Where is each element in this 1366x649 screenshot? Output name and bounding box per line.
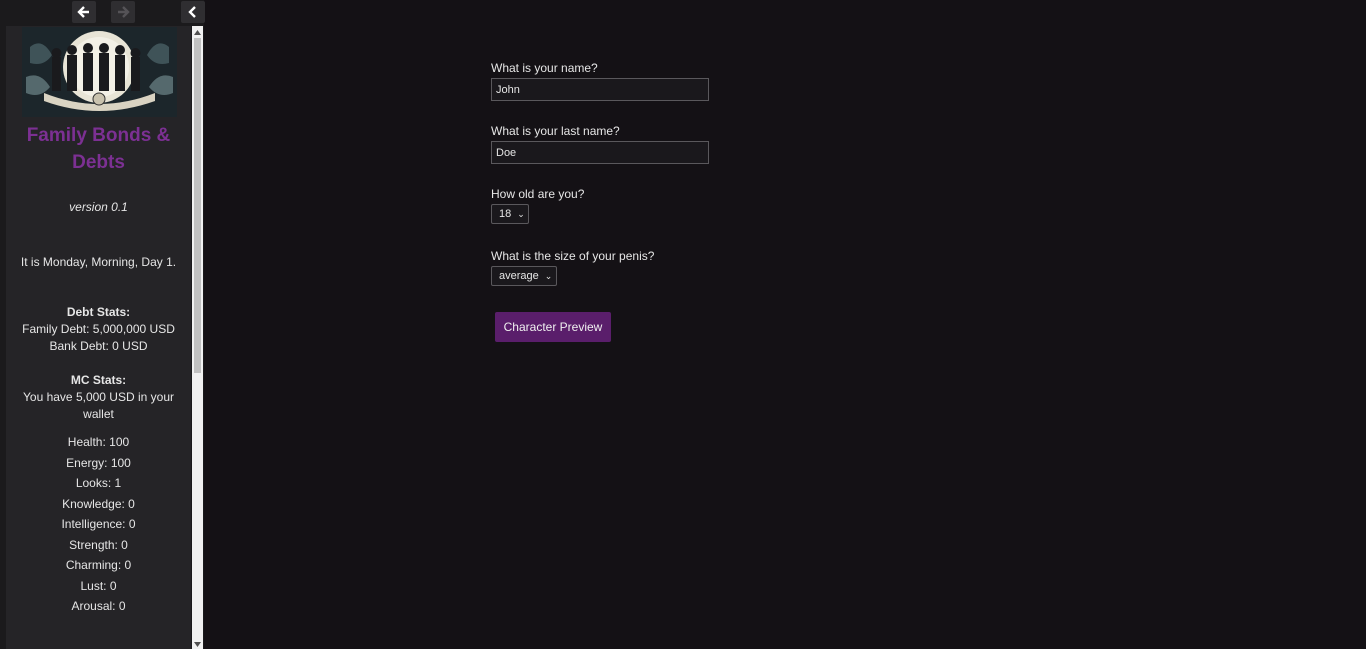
name-label: What is your name? xyxy=(491,61,598,75)
scroll-down-icon[interactable] xyxy=(192,639,203,649)
sidebar: Family Bonds & Debts version 0.1 It is M… xyxy=(0,0,205,649)
age-label: How old are you? xyxy=(491,187,585,201)
last-name-label: What is your last name? xyxy=(491,124,620,138)
age-select-value: 18 xyxy=(499,208,512,220)
sidebar-scrollbar[interactable] xyxy=(192,26,203,649)
stat-energy: Energy: 100 xyxy=(66,456,131,470)
game-title: Family Bonds & Debts xyxy=(26,125,171,173)
bank-debt-text: Bank Debt: 0 USD xyxy=(49,339,148,353)
chevron-down-icon: ⌄ xyxy=(544,270,553,281)
stat-arousal: Arousal: 0 xyxy=(71,599,126,613)
size-label: What is the size of your penis? xyxy=(491,249,655,263)
stat-health: Health: 100 xyxy=(67,435,130,449)
character-preview-button[interactable]: Character Preview xyxy=(495,312,611,342)
collapse-sidebar-button[interactable] xyxy=(181,1,205,23)
back-button[interactable] xyxy=(72,1,96,23)
age-select[interactable]: 18 ⌄ xyxy=(491,204,529,224)
version-text: version 0.1 xyxy=(69,200,128,214)
stat-knowledge: Knowledge: 0 xyxy=(62,497,135,511)
sidebar-content: Family Bonds & Debts version 0.1 It is M… xyxy=(6,26,191,649)
chevron-down-icon: ⌄ xyxy=(517,208,525,219)
stat-intelligence: Intelligence: 0 xyxy=(61,517,136,531)
size-select[interactable]: average ⌄ xyxy=(491,266,557,286)
size-select-value: average xyxy=(499,270,539,282)
family-debt-text: Family Debt: 5,000,000 USD xyxy=(22,322,175,336)
chevron-left-icon xyxy=(188,6,196,18)
stat-lust: Lust: 0 xyxy=(80,579,117,593)
arrow-left-icon xyxy=(77,6,89,18)
arrow-right-icon xyxy=(118,6,130,18)
stat-charming: Charming: 0 xyxy=(65,558,132,572)
main-panel: What is your name? What is your last nam… xyxy=(204,0,1366,649)
wallet-text: You have 5,000 USD in your wallet xyxy=(23,390,174,421)
debt-stats-heading: Debt Stats: xyxy=(66,305,131,319)
scroll-up-icon[interactable] xyxy=(192,27,203,37)
stat-looks: Looks: 1 xyxy=(75,476,122,490)
first-name-input[interactable] xyxy=(491,78,709,101)
time-text: It is Monday, Morning, Day 1. xyxy=(20,255,177,269)
forward-button[interactable] xyxy=(111,1,135,23)
last-name-input[interactable] xyxy=(491,141,709,164)
game-logo xyxy=(22,27,177,117)
scroll-thumb[interactable] xyxy=(194,38,201,373)
stat-strength: Strength: 0 xyxy=(69,538,128,552)
mc-stats-heading: MC Stats: xyxy=(70,373,127,387)
